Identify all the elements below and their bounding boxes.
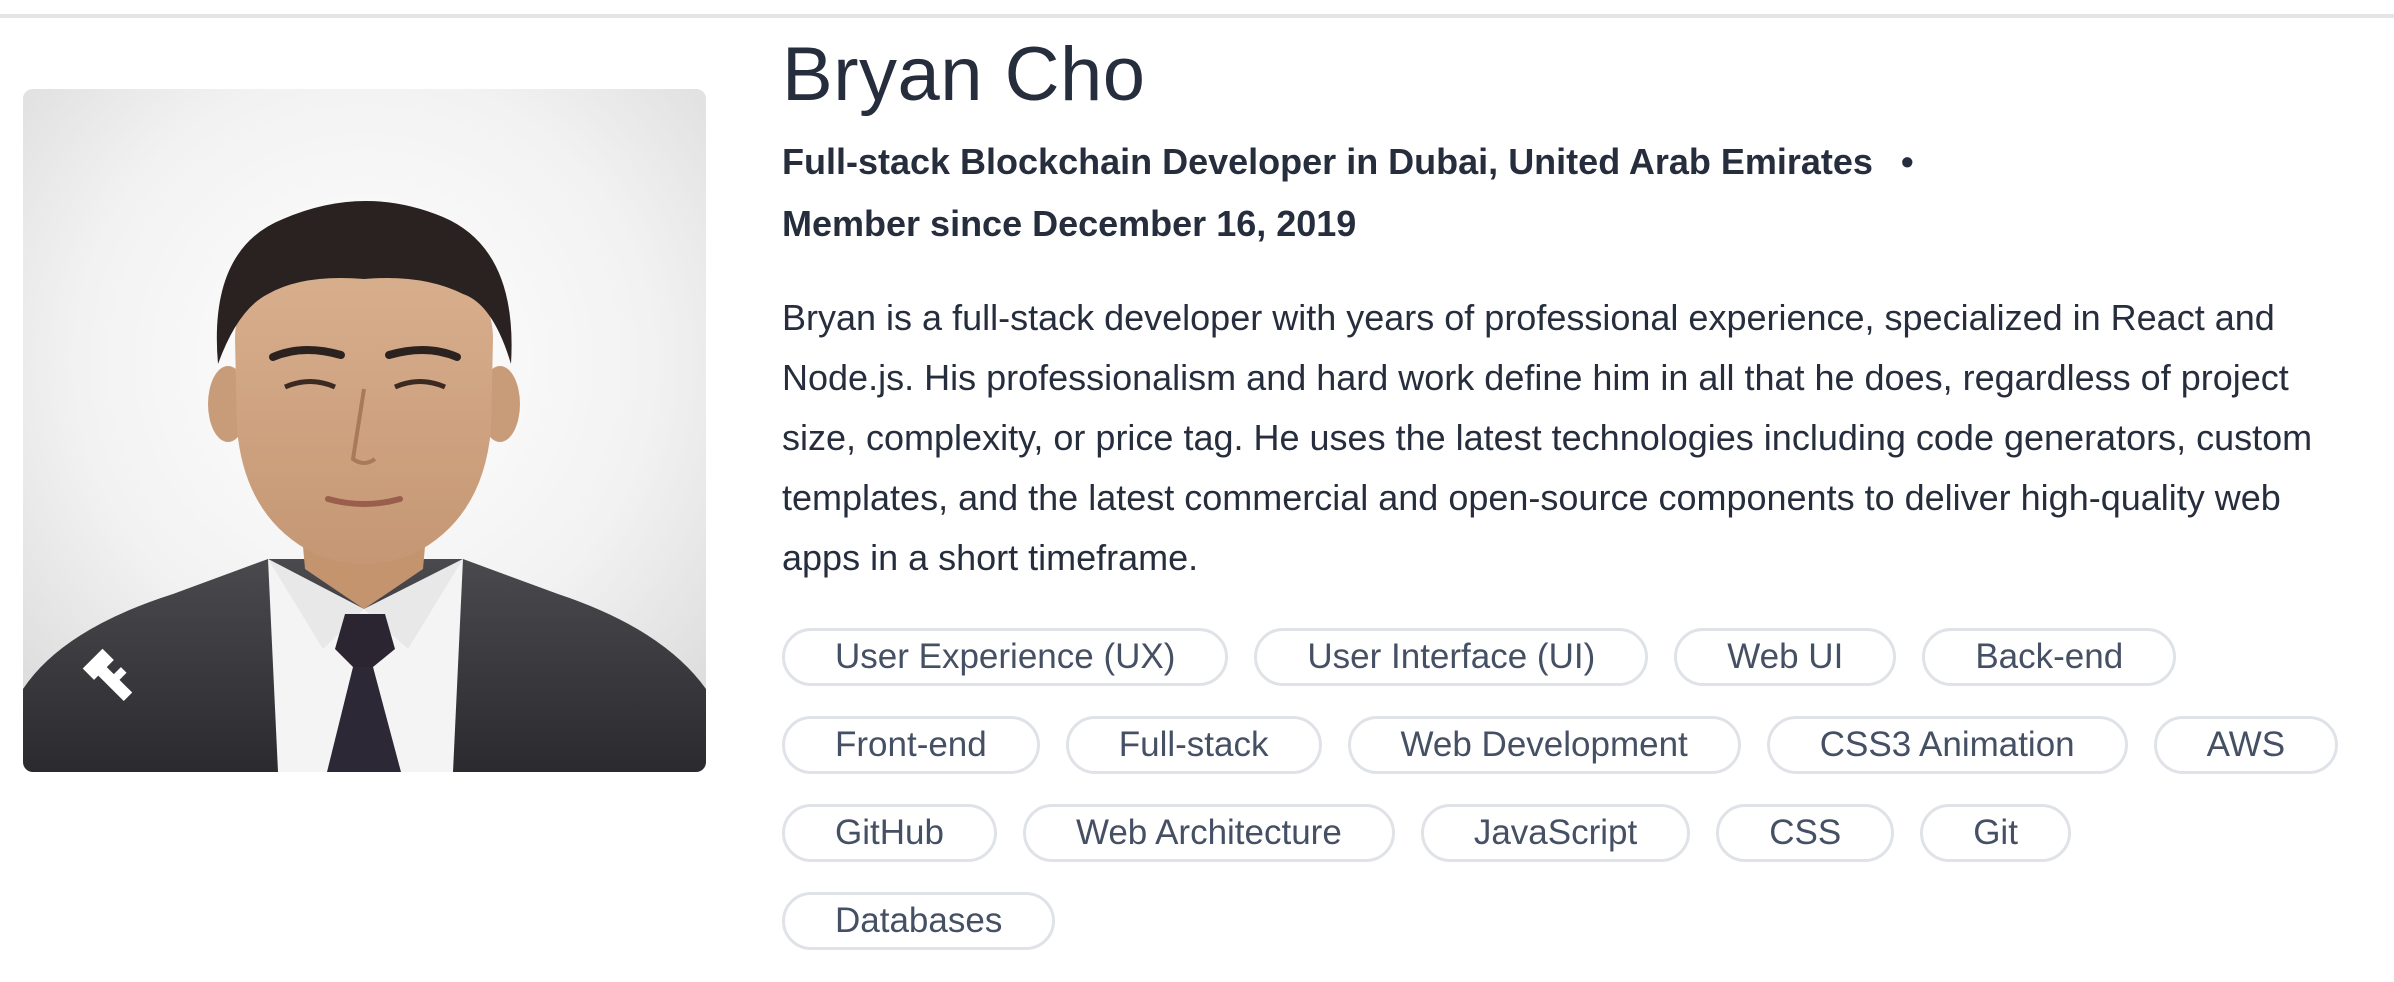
skill-tag[interactable]: JavaScript: [1420, 804, 1691, 862]
profile-headline: Full-stack Blockchain Developer in Dubai…: [782, 140, 2372, 184]
profile-photo: [23, 89, 706, 772]
separator-dot: •: [1900, 141, 1914, 182]
skill-tag[interactable]: Git: [1920, 804, 2071, 862]
skill-tag[interactable]: CSS: [1716, 804, 1895, 862]
profile-name: Bryan Cho: [782, 32, 1146, 117]
skill-tag[interactable]: Back-end: [1922, 628, 2177, 686]
skill-tag[interactable]: User Experience (UX): [782, 628, 1229, 686]
skill-tag[interactable]: CSS3 Animation: [1766, 716, 2128, 774]
skill-tag[interactable]: GitHub: [782, 804, 997, 862]
skill-tag[interactable]: Full-stack: [1065, 716, 1322, 774]
skill-tag[interactable]: Web Architecture: [1022, 804, 1395, 862]
skill-tag[interactable]: Databases: [782, 892, 1056, 950]
profile-bio: Bryan is a full-stack developer with yea…: [782, 297, 2313, 578]
top-divider: [0, 14, 2394, 18]
skill-tag[interactable]: Web Development: [1347, 716, 1741, 774]
skill-tag[interactable]: Web UI: [1674, 628, 1897, 686]
member-since: Member since December 16, 2019: [782, 203, 1357, 244]
skill-tags: User Experience (UX) User Interface (UI)…: [782, 628, 2342, 950]
skill-tag[interactable]: Front-end: [782, 716, 1040, 774]
profile-info: Bryan Cho Full-stack Blockchain Develope…: [782, 30, 2372, 950]
skill-tag[interactable]: AWS: [2153, 716, 2339, 774]
skill-tag[interactable]: User Interface (UI): [1254, 628, 1649, 686]
headline-text: Full-stack Blockchain Developer in Dubai…: [782, 141, 1873, 182]
